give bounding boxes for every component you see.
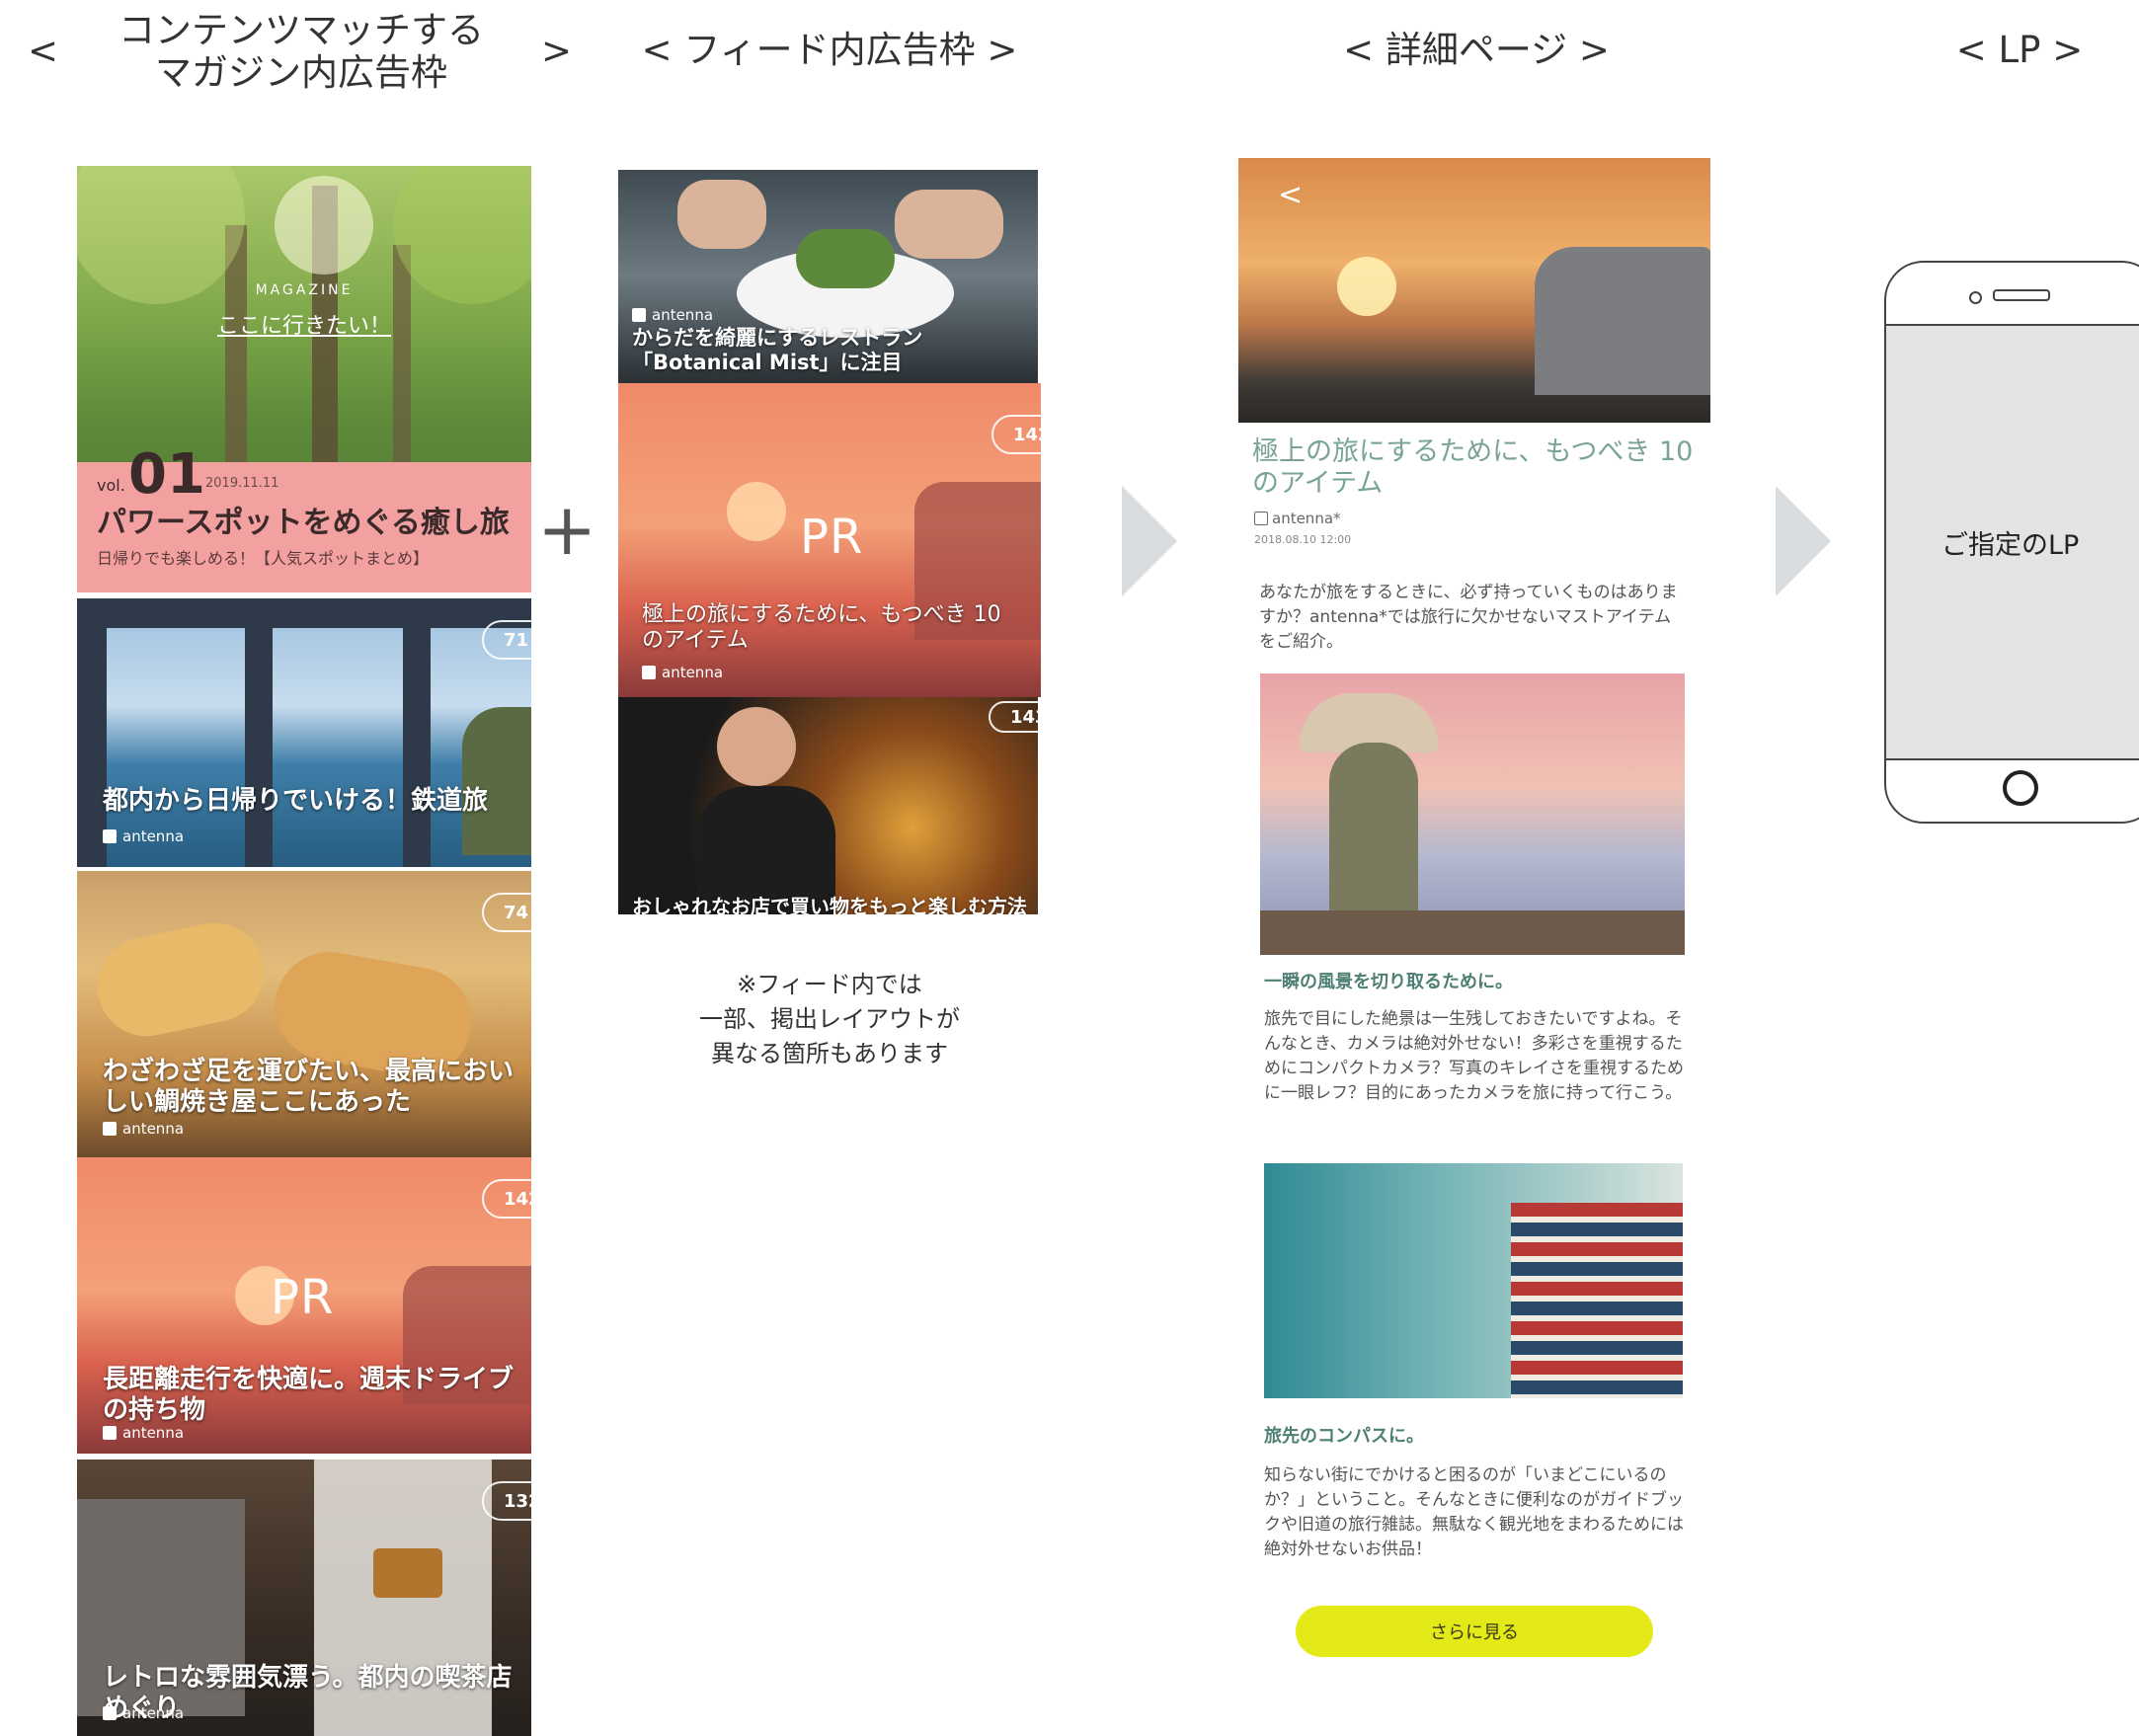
chef-hand [895,190,1003,259]
feed-card-pr[interactable]: 142 PR 極上の旅にするために、もつべき 10 のアイテム antenna [618,383,1041,697]
section1-title: 一瞬の風景を切り取るために。 [1264,972,1513,992]
magazine-hero-band: vol. 01 2019.11.11 パワースポットをめぐる癒し旅 日帰りでも楽… [77,442,531,592]
antenna-icon [103,1426,117,1440]
card-title: 極上の旅にするために、もつべき 10 のアイテム [642,602,1001,654]
arrow-right-icon [1122,486,1177,596]
detail-image-books [1264,1163,1683,1398]
sun [1337,257,1396,316]
detail-intro: あなたが旅をするときに、必ず持っていくものはありますか？antenna*では旅行… [1259,583,1678,652]
card-source: antenna [103,1424,184,1442]
pillar [245,598,273,867]
magazine-card-4[interactable]: 132 レトロな雰囲気漂う。都内の喫茶店めぐり antenna [77,1460,531,1736]
hero-title: パワースポットをめぐる癒し旅 [97,506,510,540]
count-badge: 142 [991,415,1041,454]
header-magazine-line1: コンテンツマッチする [119,9,484,51]
source-label: antenna [652,306,714,324]
antenna-icon [103,1122,117,1136]
section2-body: 知らない街にでかけると困るのが「いまどこにいるのか？」ということ。そんなときに便… [1264,1465,1684,1559]
count-badge: 142 [482,1179,531,1219]
antenna-icon [1254,512,1268,525]
count-badge: 74 [482,893,531,932]
more-button[interactable]: さらに見る [1296,1606,1653,1657]
kettle [373,1548,442,1598]
book-stack [1511,1203,1683,1398]
card-source: antenna [103,828,184,845]
salad [796,229,895,288]
woman-head [717,707,796,786]
header-lp: < LP > [1955,29,2084,71]
cliff [462,707,531,855]
camper-van [1535,247,1710,395]
feed-note: ※フィード内では 一部、掲出レイアウトが 異なる箇所もあります [632,968,1027,1071]
arrow-right-icon [1776,486,1831,596]
section1-body: 旅先で目にした絶景は一生残しておきたいですよね。そんなとき、カメラは絶対外せない… [1264,1009,1684,1103]
detail-source-label: antenna* [1272,510,1341,527]
source-label: antenna [662,664,724,681]
phone-frame: ご指定のLP [1884,261,2139,824]
card-title: おしゃれなお店で買い物をもっと楽しむ方法 [632,895,1027,914]
detail-hero: < [1238,158,1710,423]
card-title: 長距離走行を快適に。週末ドライブの持ち物 [103,1365,515,1426]
source-label: antenna [122,828,185,845]
section2-title: 旅先のコンパスに。 [1264,1426,1424,1447]
feed-note-line1: ※フィード内では [737,971,922,998]
antenna-icon [103,829,117,843]
front-camera-icon [1969,291,1982,304]
lp-screen-text: ご指定のLP [1941,530,2080,561]
pr-label: PR [271,1270,335,1325]
header-feed-ad: < フィード内広告枠 > [641,29,1018,71]
source-label: antenna [122,1120,185,1138]
speaker-icon [1993,289,2050,301]
back-icon[interactable]: < [1278,178,1303,212]
source-label: antenna [122,1704,185,1722]
card-source: antenna [103,1120,184,1138]
phone-screen: ご指定のLP [1886,324,2139,760]
arch-top [77,598,531,628]
hero-desc: 日帰りでも楽しめる！【人気スポットまとめ】 [97,549,430,568]
count-badge: 132 [482,1481,531,1521]
home-button-icon [2003,770,2038,806]
magazine-subtitle: ここに行きたい！ [216,314,391,339]
pillar [403,598,431,867]
detail-title: 極上の旅にするために、もつべき 10 のアイテム [1252,436,1694,499]
magazine-hero[interactable]: MAGAZINE ここに行きたい！ vol. 01 2019.11.11 パワー… [77,166,531,592]
card-title: からだを綺麗にするレストラン「Botanical Mist」に注目 [632,326,923,375]
card-title: 都内から日帰りでいける！鉄道旅 [103,786,489,816]
card-source: antenna [642,664,723,681]
feed-note-line3: 異なる箇所もあります [711,1040,948,1067]
detail-date: 2018.08.10 12:00 [1254,533,1352,546]
magazine-kicker: MAGAZINE [255,282,354,298]
antenna-icon [642,666,656,679]
sun [727,482,786,541]
header-right-bracket: > [541,30,573,72]
card-title: わざわざ足を運びたい、最高においしい鯛焼き屋ここにあった [103,1057,515,1118]
hero-date: 2019.11.11 [205,476,279,491]
pr-label: PR [800,510,864,565]
header-left-bracket: < [28,30,59,72]
antenna-icon [632,308,646,322]
header-detail-page: < 詳細ページ > [1343,29,1610,71]
vol-prefix: vol. [97,476,125,495]
header-magazine-ad: コンテンツマッチする マガジン内広告枠 [109,9,494,94]
magazine-card-pr[interactable]: 142 PR 長距離走行を快適に。週末ドライブの持ち物 antenna [77,1157,531,1454]
antenna-icon [103,1706,117,1720]
magazine-card-1[interactable]: 71 都内から日帰りでいける！鉄道旅 antenna [77,598,531,867]
card-source: antenna [632,306,713,324]
taiyaki-shape [88,913,274,1046]
count-badge: 71 [482,620,531,660]
feed-note-line2: 一部、掲出レイアウトが [699,1005,960,1033]
count-badge: 143 [989,701,1038,733]
feed-card-3[interactable]: 143 おしゃれなお店で買い物をもっと楽しむ方法 [618,697,1038,914]
card-source: antenna [103,1704,184,1722]
detail-source: antenna* [1254,510,1341,527]
source-label: antenna [122,1424,185,1442]
pier [1260,910,1685,955]
woman-figure [1329,743,1418,930]
chef-hand [677,180,766,249]
magazine-card-2[interactable]: 74 わざわざ足を運びたい、最高においしい鯛焼き屋ここにあった antenna [77,871,531,1157]
header-magazine-line2: マガジン内広告枠 [155,50,447,94]
detail-image-camera [1260,673,1685,955]
plus-icon: + [537,488,597,571]
feed-card-1[interactable]: antenna からだを綺麗にするレストラン「Botanical Mist」に注… [618,170,1038,383]
